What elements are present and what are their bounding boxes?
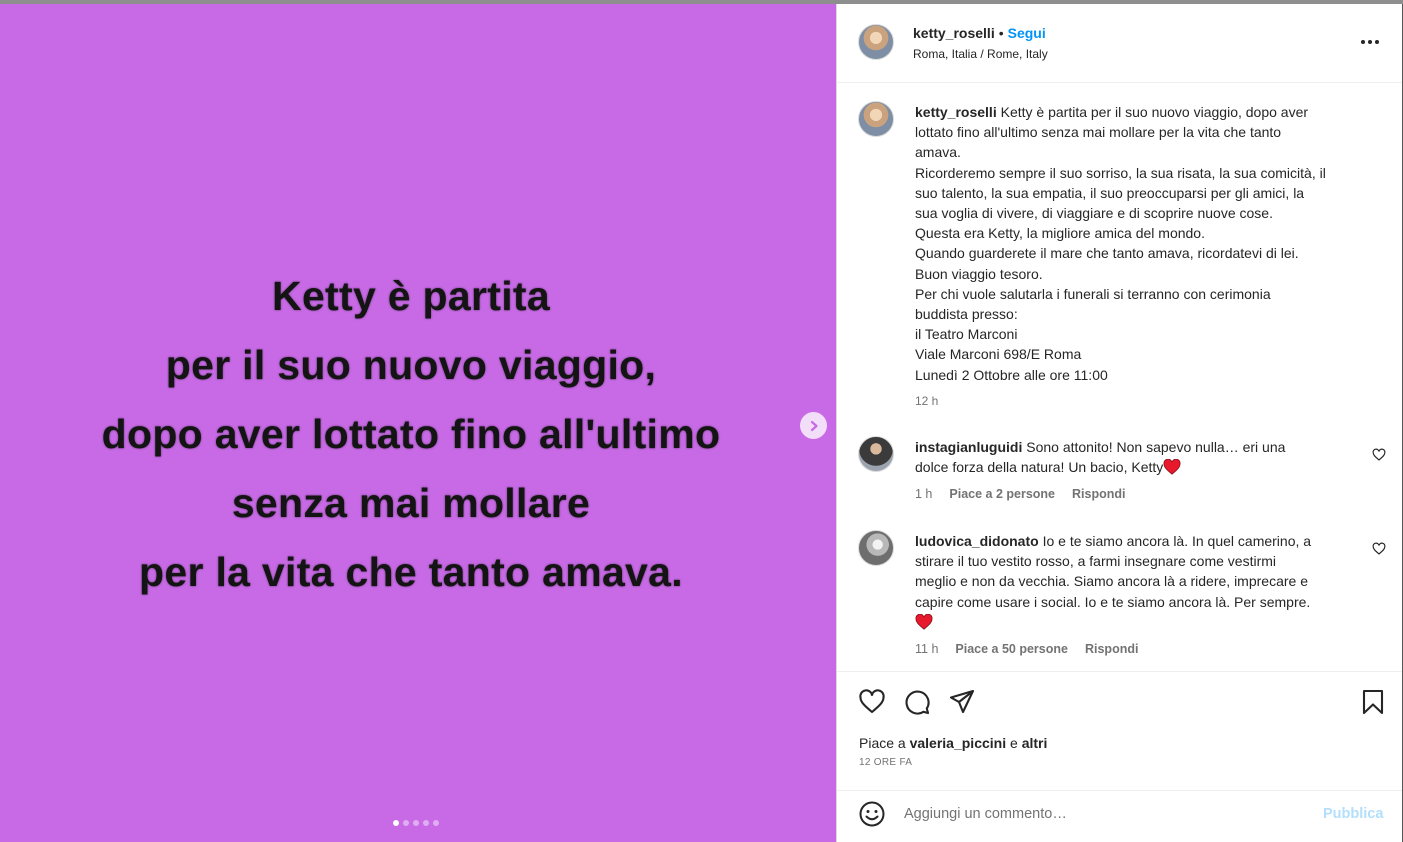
comment-input[interactable]: Aggiungi un commento… [904, 806, 1067, 822]
media-line: senza mai mollare [231, 480, 591, 526]
username-link[interactable]: ketty_roselli [913, 25, 995, 41]
media-text: Ketty è partita per il suo nuovo viaggio… [0, 262, 822, 607]
smiley-icon[interactable] [858, 800, 886, 828]
comment-text: meglio e non da vecchia. Siamo ancora là… [915, 573, 1308, 590]
carousel-dot [413, 820, 419, 826]
post-timestamp[interactable]: 12 ORE FA [859, 757, 912, 768]
comment-avatar[interactable] [858, 436, 894, 472]
comment-meta: 11 h Piace a 50 persone Rispondi [915, 642, 1155, 656]
location-link[interactable]: Roma, Italia / Rome, Italy [913, 47, 1048, 61]
reply-button[interactable]: Rispondi [1072, 487, 1125, 501]
comment-likes[interactable]: Piace a 2 persone [949, 487, 1055, 501]
media-line: per la vita che tanto amava. [139, 549, 683, 595]
comment: ludovica_didonato Io e te siamo ancora l… [915, 531, 1365, 632]
paper-plane-icon[interactable] [948, 688, 976, 716]
more-options-button[interactable] [1361, 40, 1379, 44]
comment-text: Sono attonito! Non sapevo nulla… eri una [1026, 439, 1286, 455]
comment-likes[interactable]: Piace a 50 persone [955, 642, 1068, 656]
media-line: Ketty è partita [272, 273, 550, 319]
likes-others-link[interactable]: altri [1022, 735, 1048, 751]
carousel-next-button[interactable] [800, 412, 827, 439]
caption-text: Ketty è partita per il suo nuovo viaggio… [1000, 104, 1309, 120]
comment-text: Io e te siamo ancora là. In quel camerin… [1042, 533, 1312, 549]
red-heart-emoji-icon [1163, 459, 1181, 475]
ellipsis-dot [1375, 40, 1379, 44]
publish-button[interactable]: Pubblica [1323, 806, 1383, 822]
caption-line: Ricorderemo sempre il suo sorriso, la su… [915, 164, 1326, 181]
ellipsis-dot [1368, 40, 1372, 44]
carousel-dot [393, 820, 399, 826]
heart-icon[interactable] [858, 688, 886, 716]
ellipsis-icon [1361, 40, 1365, 44]
post-media[interactable]: Ketty è partita per il suo nuovo viaggio… [0, 4, 836, 842]
comment-username[interactable]: instagianluguidi [915, 439, 1022, 455]
caption-line: lottato fino all'ultimo senza mai mollar… [915, 124, 1282, 141]
divider [837, 671, 1402, 672]
likes-prefix: Piace a [859, 735, 906, 751]
carousel-dot [433, 820, 439, 826]
divider [837, 790, 1402, 791]
carousel-indicator [393, 820, 439, 826]
caption-avatar[interactable] [858, 101, 894, 137]
avatar[interactable] [858, 24, 894, 60]
comment-meta: 1 h Piace a 2 persone Rispondi [915, 487, 1142, 501]
comment-like-heart-icon[interactable] [1372, 542, 1386, 556]
follow-button[interactable]: Segui [1008, 25, 1046, 41]
chevron-right-icon [810, 420, 818, 431]
comment-time[interactable]: 11 h [915, 642, 938, 656]
comment: instagianluguidi Sono attonito! Non sape… [915, 437, 1365, 477]
comment-username[interactable]: ludovica_didonato [915, 533, 1039, 549]
caption-line: suo talento, la sua empatia, il suo preo… [915, 184, 1305, 201]
separator-dot: • [998, 25, 1004, 41]
comment-text: stirare il tuo vestito rosso, a farmi in… [915, 553, 1277, 570]
comment-text: capire come usare i social. Io e te siam… [915, 593, 1311, 610]
carousel-dot [423, 820, 429, 826]
liker-username[interactable]: valeria_piccini [910, 735, 1007, 751]
media-line: dopo aver lottato fino all'ultimo [101, 411, 721, 457]
reply-button[interactable]: Rispondi [1085, 642, 1138, 656]
post-header: ketty_roselli • Segui Roma, Italia / Rome,… [837, 4, 1402, 83]
comment-text: dolce forza della natura! Un bacio, Kett… [915, 459, 1164, 476]
media-line: per il suo nuovo viaggio, [165, 342, 657, 388]
caption-line: Questa era Ketty, la migliore amica del … [915, 225, 1205, 242]
caption-line: Viale Marconi 698/E Roma [915, 346, 1082, 363]
caption-line: buddista presso: [915, 306, 1018, 323]
red-heart-emoji-icon [915, 613, 933, 630]
caption-line: Quando guarderete il mare che tanto amav… [915, 245, 1299, 262]
comment-time[interactable]: 1 h [915, 487, 932, 501]
caption: ketty_roselli Ketty è partita per il suo… [915, 102, 1375, 385]
comment-like-heart-icon[interactable] [1372, 448, 1386, 462]
caption-time[interactable]: 12 h [915, 394, 938, 408]
caption-line: il Teatro Marconi [915, 326, 1018, 343]
header-user: ketty_roselli • Segui [913, 25, 1046, 41]
caption-line: amava. [915, 144, 961, 161]
comment-avatar[interactable] [858, 530, 894, 566]
caption-line: Buon viaggio tesoro. [915, 265, 1043, 282]
bookmark-icon[interactable] [1359, 688, 1387, 716]
caption-username[interactable]: ketty_roselli [915, 104, 997, 120]
carousel-dot [403, 820, 409, 826]
post-side-panel: ketty_roselli • Segui Roma, Italia / Rome,… [836, 4, 1403, 842]
likes-and: e [1010, 735, 1018, 751]
caption-line: Lunedì 2 Ottobre alle ore 11:00 [915, 366, 1108, 383]
caption-line: Per chi vuole salutarla i funerali si te… [915, 285, 1271, 302]
comment-bubble-icon[interactable] [903, 688, 931, 716]
caption-line: sua voglia di vivere, di viaggiare e di … [915, 205, 1273, 222]
likes-summary: Piace a valeria_piccini e altri [859, 735, 1047, 751]
